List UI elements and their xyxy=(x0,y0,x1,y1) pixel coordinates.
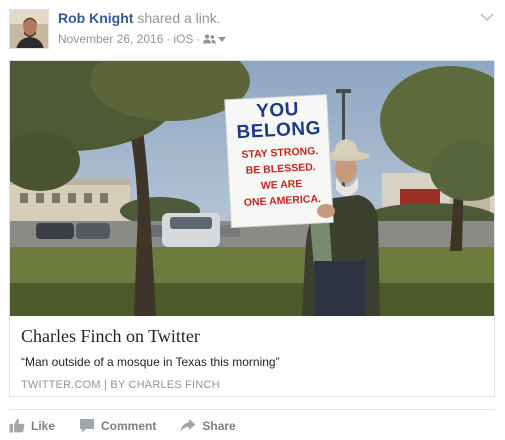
post-action-text: shared a link. xyxy=(137,10,221,26)
like-label: Like xyxy=(31,418,56,433)
facebook-post: Rob Knight shared a link. November 26, 2… xyxy=(0,0,505,440)
friends-icon[interactable] xyxy=(203,34,227,44)
link-info[interactable]: Charles Finch on Twitter “Man outside of… xyxy=(10,316,494,396)
sign-line: BELONG xyxy=(236,117,322,144)
post-source: iOS xyxy=(173,32,194,46)
meta-separator: · xyxy=(196,32,201,46)
post-actions: Like Comment Share xyxy=(9,409,495,433)
link-source: TWITTER.COM | BY CHARLES FINCH xyxy=(21,379,220,391)
comment-icon xyxy=(80,419,95,433)
share-arrow-icon xyxy=(180,419,196,432)
link-title[interactable]: Charles Finch on Twitter xyxy=(21,325,483,347)
author-name[interactable]: Rob Knight xyxy=(58,10,133,26)
share-label: Share xyxy=(202,418,236,433)
link-description: “Man outside of a mosque in Texas this m… xyxy=(21,355,280,369)
chevron-down-icon[interactable] xyxy=(478,10,496,24)
audience-chevron-down-icon xyxy=(218,36,227,42)
comment-label: Comment xyxy=(101,418,157,433)
meta-separator: · xyxy=(166,32,171,46)
post-meta: November 26, 2016 · iOS · xyxy=(58,32,227,46)
post-date[interactable]: November 26, 2016 xyxy=(58,32,163,46)
link-preview-image[interactable]: YOU BELONG STAY STRONG. BE BLESSED. WE A… xyxy=(10,61,494,316)
thumbs-up-icon xyxy=(9,418,25,433)
post-header: Rob Knight shared a link. xyxy=(58,10,221,26)
comment-button[interactable]: Comment xyxy=(79,418,156,433)
share-button[interactable]: Share xyxy=(180,418,236,433)
link-preview-card[interactable]: YOU BELONG STAY STRONG. BE BLESSED. WE A… xyxy=(9,60,495,397)
protest-sign: YOU BELONG STAY STRONG. BE BLESSED. WE A… xyxy=(231,99,329,212)
like-button[interactable]: Like xyxy=(9,418,55,433)
author-avatar[interactable] xyxy=(9,9,49,49)
